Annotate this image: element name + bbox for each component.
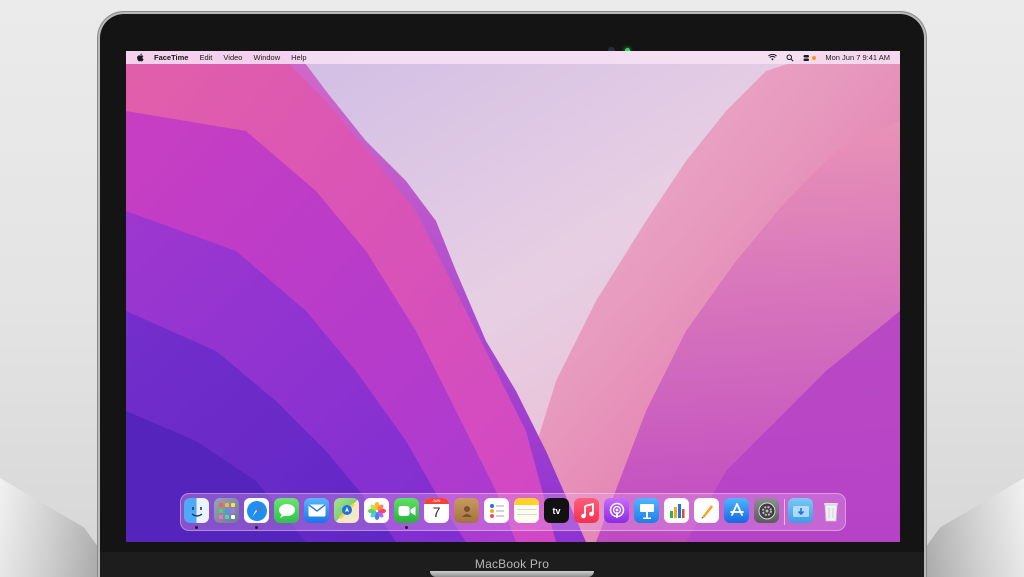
spotlight-search-icon[interactable] xyxy=(786,54,794,62)
wifi-icon[interactable] xyxy=(768,54,778,61)
menubar-clock[interactable]: Mon Jun 7 9:41 AM xyxy=(825,53,890,62)
facetime-icon[interactable] xyxy=(394,498,419,523)
calendar-day-label: 7 xyxy=(432,504,441,520)
reminders-icon[interactable] xyxy=(484,498,509,523)
menu-help[interactable]: Help xyxy=(291,53,306,62)
finder-running-indicator xyxy=(195,526,198,529)
trash-icon[interactable] xyxy=(818,498,843,523)
menu-edit[interactable]: Edit xyxy=(199,53,212,62)
pages-icon[interactable] xyxy=(694,498,719,523)
menu-window[interactable]: Window xyxy=(253,53,280,62)
maps-icon[interactable] xyxy=(334,498,359,523)
notes-icon[interactable] xyxy=(514,498,539,523)
mail-icon[interactable] xyxy=(304,498,329,523)
system-preferences-icon[interactable] xyxy=(754,498,779,523)
app-store-icon[interactable] xyxy=(724,498,749,523)
control-center-icon[interactable] xyxy=(803,54,817,62)
desktop-screen: FaceTime Edit Video Window Help Mon Jun … xyxy=(126,51,900,542)
launchpad-icon[interactable] xyxy=(214,498,239,523)
dock-separator xyxy=(784,499,785,525)
menu-app-name[interactable]: FaceTime xyxy=(154,53,188,62)
contacts-icon[interactable] xyxy=(454,498,479,523)
laptop-hinge xyxy=(430,571,594,577)
tv-label: tv xyxy=(552,505,561,516)
dock: JUN 7 tv xyxy=(180,493,846,531)
apple-menu-icon[interactable] xyxy=(136,53,144,62)
music-icon[interactable] xyxy=(574,498,599,523)
photos-icon[interactable] xyxy=(364,498,389,523)
safari-icon[interactable] xyxy=(244,498,269,523)
menu-video[interactable]: Video xyxy=(223,53,242,62)
tv-icon[interactable]: tv xyxy=(544,498,569,523)
facetime-running-indicator xyxy=(405,526,408,529)
downloads-folder-icon[interactable] xyxy=(788,498,813,523)
menu-bar: FaceTime Edit Video Window Help Mon Jun … xyxy=(126,51,900,64)
wallpaper xyxy=(126,51,900,542)
finder-icon[interactable] xyxy=(184,498,209,523)
safari-running-indicator xyxy=(255,526,258,529)
model-label: MacBook Pro xyxy=(474,557,550,571)
messages-icon[interactable] xyxy=(274,498,299,523)
keynote-icon[interactable] xyxy=(634,498,659,523)
podcasts-icon[interactable] xyxy=(604,498,629,523)
numbers-icon[interactable] xyxy=(664,498,689,523)
calendar-icon[interactable]: JUN 7 xyxy=(424,498,449,523)
